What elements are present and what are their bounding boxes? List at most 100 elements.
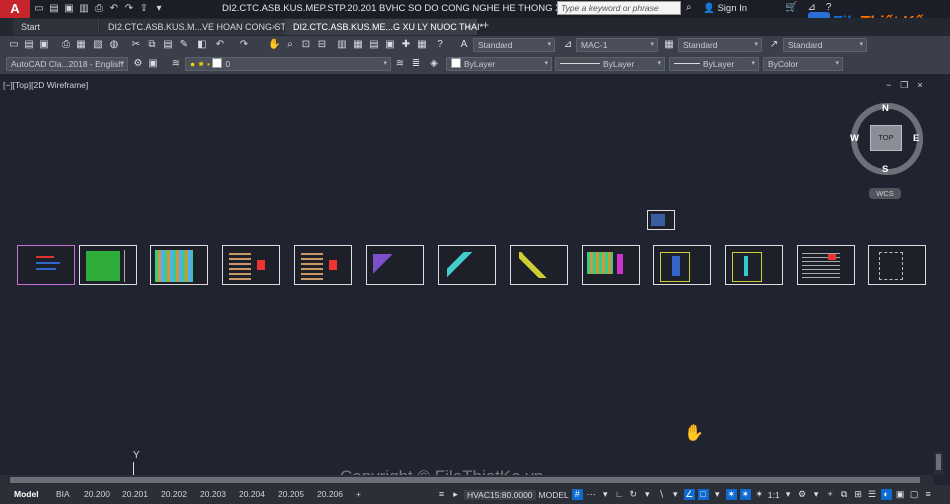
table-style-select[interactable]: Standard ▾ xyxy=(678,38,762,52)
tab-drawing-1[interactable]: DI2.CTC.ASB.KUS.M...VE HOAN CONG STP* × xyxy=(100,19,296,35)
new-tab-button[interactable]: + xyxy=(482,18,489,32)
workspace-settings-icon[interactable]: ⚙ xyxy=(132,58,144,70)
sign-in-link[interactable]: 👤 Sign In xyxy=(703,3,747,14)
layer-previous-icon[interactable]: ≣ xyxy=(410,58,422,70)
search-input[interactable]: Type a keyword or phrase xyxy=(557,1,681,15)
viewcube-top[interactable]: TOP xyxy=(870,125,902,151)
markup-icon[interactable]: ✚ xyxy=(400,39,412,51)
close-icon[interactable]: × xyxy=(272,19,277,35)
matchprop-icon[interactable]: ✎ xyxy=(178,39,190,51)
grid-icon[interactable]: # xyxy=(571,489,583,500)
ortho-icon[interactable]: ∟ xyxy=(614,489,625,500)
osnap-track-icon[interactable]: ∠ xyxy=(683,489,695,500)
save-icon[interactable]: ▣ xyxy=(38,39,50,51)
annotation-scale-value[interactable]: 1:1 xyxy=(768,490,780,500)
scroll-thumb[interactable] xyxy=(936,454,941,470)
coordinates-readout[interactable]: HVAC15:80.0000 xyxy=(464,489,536,500)
tab-start[interactable]: Start xyxy=(13,19,99,35)
plot-icon[interactable]: ⎙ xyxy=(60,39,72,51)
layout-tab[interactable]: 20.206 xyxy=(313,487,347,501)
compass-north[interactable]: N xyxy=(882,103,889,114)
publish-icon[interactable]: ▧ xyxy=(92,39,104,51)
layout-tab[interactable]: BIA xyxy=(52,487,74,501)
paste-icon[interactable]: ▤ xyxy=(162,39,174,51)
new-icon[interactable]: ▭ xyxy=(33,3,45,15)
undo-icon[interactable]: ↶ xyxy=(108,3,120,15)
copy-icon[interactable]: ⧉ xyxy=(146,39,158,51)
add-layout-button[interactable]: + xyxy=(352,487,365,501)
calculator-icon[interactable]: ▦ xyxy=(416,39,428,51)
dropdown-icon[interactable]: ▾ xyxy=(600,489,611,500)
cut-icon[interactable]: ✂ xyxy=(130,39,142,51)
layout-tab[interactable]: 20.200 xyxy=(80,487,114,501)
layout-tab[interactable]: 20.205 xyxy=(274,487,308,501)
scroll-thumb[interactable] xyxy=(10,477,920,483)
pan-icon[interactable]: ✋ xyxy=(268,39,280,51)
compass-west[interactable]: W xyxy=(850,133,859,144)
layout-tab[interactable]: 20.201 xyxy=(118,487,152,501)
snap-icon[interactable]: ⋯ xyxy=(586,489,597,500)
redo-icon[interactable]: ↷ xyxy=(123,3,135,15)
mleader-style-icon[interactable]: ↗ xyxy=(768,39,780,51)
vertical-scrollbar[interactable] xyxy=(934,452,943,475)
dropdown-icon[interactable]: ▾ xyxy=(811,489,822,500)
zoom-realtime-icon[interactable]: ⌕ xyxy=(284,39,296,51)
plotstyle-select[interactable]: ByColor ▾ xyxy=(763,57,843,71)
polar-icon[interactable]: ↻ xyxy=(628,489,639,500)
layer-iso-icon[interactable]: ◈ xyxy=(428,58,440,70)
compass-east[interactable]: E xyxy=(913,133,919,144)
dropdown-icon[interactable]: ▾ xyxy=(712,489,723,500)
lineweight-select[interactable]: ByLayer ▾ xyxy=(669,57,759,71)
open-icon[interactable]: ▤ xyxy=(48,3,60,15)
mleader-style-select[interactable]: Standard ▾ xyxy=(783,38,867,52)
quick-properties-icon[interactable]: ☰ xyxy=(867,489,878,500)
minimize-icon[interactable]: − xyxy=(886,80,891,91)
restore-icon[interactable]: ❐ xyxy=(900,80,908,91)
cart-icon[interactable]: 🛒 xyxy=(785,2,797,13)
globe-icon[interactable]: ◍ xyxy=(108,39,120,51)
layout-tab[interactable]: 20.204 xyxy=(235,487,269,501)
layer-states-icon[interactable]: ≋ xyxy=(170,58,182,70)
clean-screen-icon[interactable]: ▢ xyxy=(909,489,920,500)
save-icon[interactable]: ▣ xyxy=(63,3,75,15)
text-style-select[interactable]: Standard ▾ xyxy=(473,38,555,52)
designcenter-icon[interactable]: ▦ xyxy=(352,39,364,51)
workspace-select[interactable]: AutoCAD Cla...2018 - English ▾ xyxy=(6,57,128,71)
annotation-visibility-icon[interactable]: ✶ xyxy=(725,489,737,500)
customization-icon[interactable]: ≡ xyxy=(923,489,934,500)
cursor-icon[interactable]: ▸ xyxy=(450,489,461,500)
redo-icon[interactable]: ↷ xyxy=(238,39,250,51)
dim-style-icon[interactable]: ⊿ xyxy=(562,39,574,51)
isodraft-icon[interactable]: ∖ xyxy=(656,489,667,500)
binoculars-icon[interactable]: ⌕ xyxy=(686,2,692,13)
annotation-scale-icon[interactable]: ✶ xyxy=(754,489,765,500)
undo-icon[interactable]: ↶ xyxy=(214,39,226,51)
sheetset-icon[interactable]: ▣ xyxy=(384,39,396,51)
plot-icon[interactable]: ⎙ xyxy=(93,3,105,15)
model-space-button[interactable]: MODEL xyxy=(539,490,569,500)
hardware-acceleration-icon[interactable]: ▣ xyxy=(895,489,906,500)
layout-tab-model[interactable]: Model xyxy=(10,487,43,501)
annotation-monitor-icon[interactable]: ⧉ xyxy=(839,489,850,500)
settings-icon[interactable]: ⚙ xyxy=(797,489,808,500)
preview-icon[interactable]: ▦ xyxy=(75,39,87,51)
add-icon[interactable]: + xyxy=(825,489,836,500)
horizontal-scrollbar[interactable] xyxy=(0,475,934,485)
dropdown-icon[interactable]: ▾ xyxy=(642,489,653,500)
layout-tab[interactable]: 20.202 xyxy=(157,487,191,501)
tab-drawing-2[interactable]: DI2.CTC.ASB.KUS.ME...G XU LY NUOC THAI* × xyxy=(285,19,483,35)
help-icon[interactable]: ? xyxy=(434,39,446,51)
isolate-icon[interactable]: ◐ xyxy=(880,489,892,500)
close-icon[interactable]: × xyxy=(917,80,922,91)
dim-style-select[interactable]: MAC-1 ▾ xyxy=(576,38,658,52)
open-icon[interactable]: ▤ xyxy=(23,39,35,51)
close-icon[interactable]: × xyxy=(465,19,470,35)
properties-icon[interactable]: ▥ xyxy=(336,39,348,51)
new-icon[interactable]: ▭ xyxy=(8,39,20,51)
zoom-previous-icon[interactable]: ⊟ xyxy=(316,39,328,51)
autocad-app-icon[interactable]: A xyxy=(0,0,30,18)
osnap-icon[interactable]: □ xyxy=(697,489,709,500)
menu-icon[interactable]: ≡ xyxy=(436,489,447,500)
compass-south[interactable]: S xyxy=(882,164,888,175)
share-icon[interactable]: ⇪ xyxy=(138,3,150,15)
